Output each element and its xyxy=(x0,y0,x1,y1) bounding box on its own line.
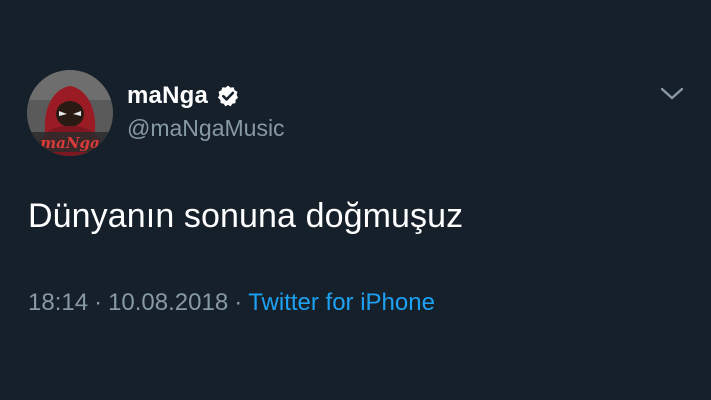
meta-separator: · xyxy=(234,289,243,316)
tweet-time[interactable]: 18:14 xyxy=(28,289,88,316)
avatar-logo-text: maNga xyxy=(40,134,100,152)
tweet-meta: 18:14 · 10.08.2018 · Twitter for iPhone xyxy=(28,289,435,317)
tweet-source-link[interactable]: Twitter for iPhone xyxy=(248,289,435,316)
tweet-card: maNga maNga @maNgaMusic Dünyanın sonuna … xyxy=(0,0,711,400)
meta-separator: · xyxy=(94,289,103,316)
tweet-date[interactable]: 10.08.2018 xyxy=(108,289,228,316)
user-handle[interactable]: @maNgaMusic xyxy=(127,115,285,142)
avatar-image: maNga xyxy=(27,70,113,156)
avatar[interactable]: maNga xyxy=(27,70,113,156)
verified-badge-icon xyxy=(218,85,238,107)
display-name[interactable]: maNga xyxy=(127,82,208,110)
tweet-text: Dünyanın sonuna doğmuşuz xyxy=(28,197,464,235)
chevron-down-icon[interactable] xyxy=(658,84,686,104)
